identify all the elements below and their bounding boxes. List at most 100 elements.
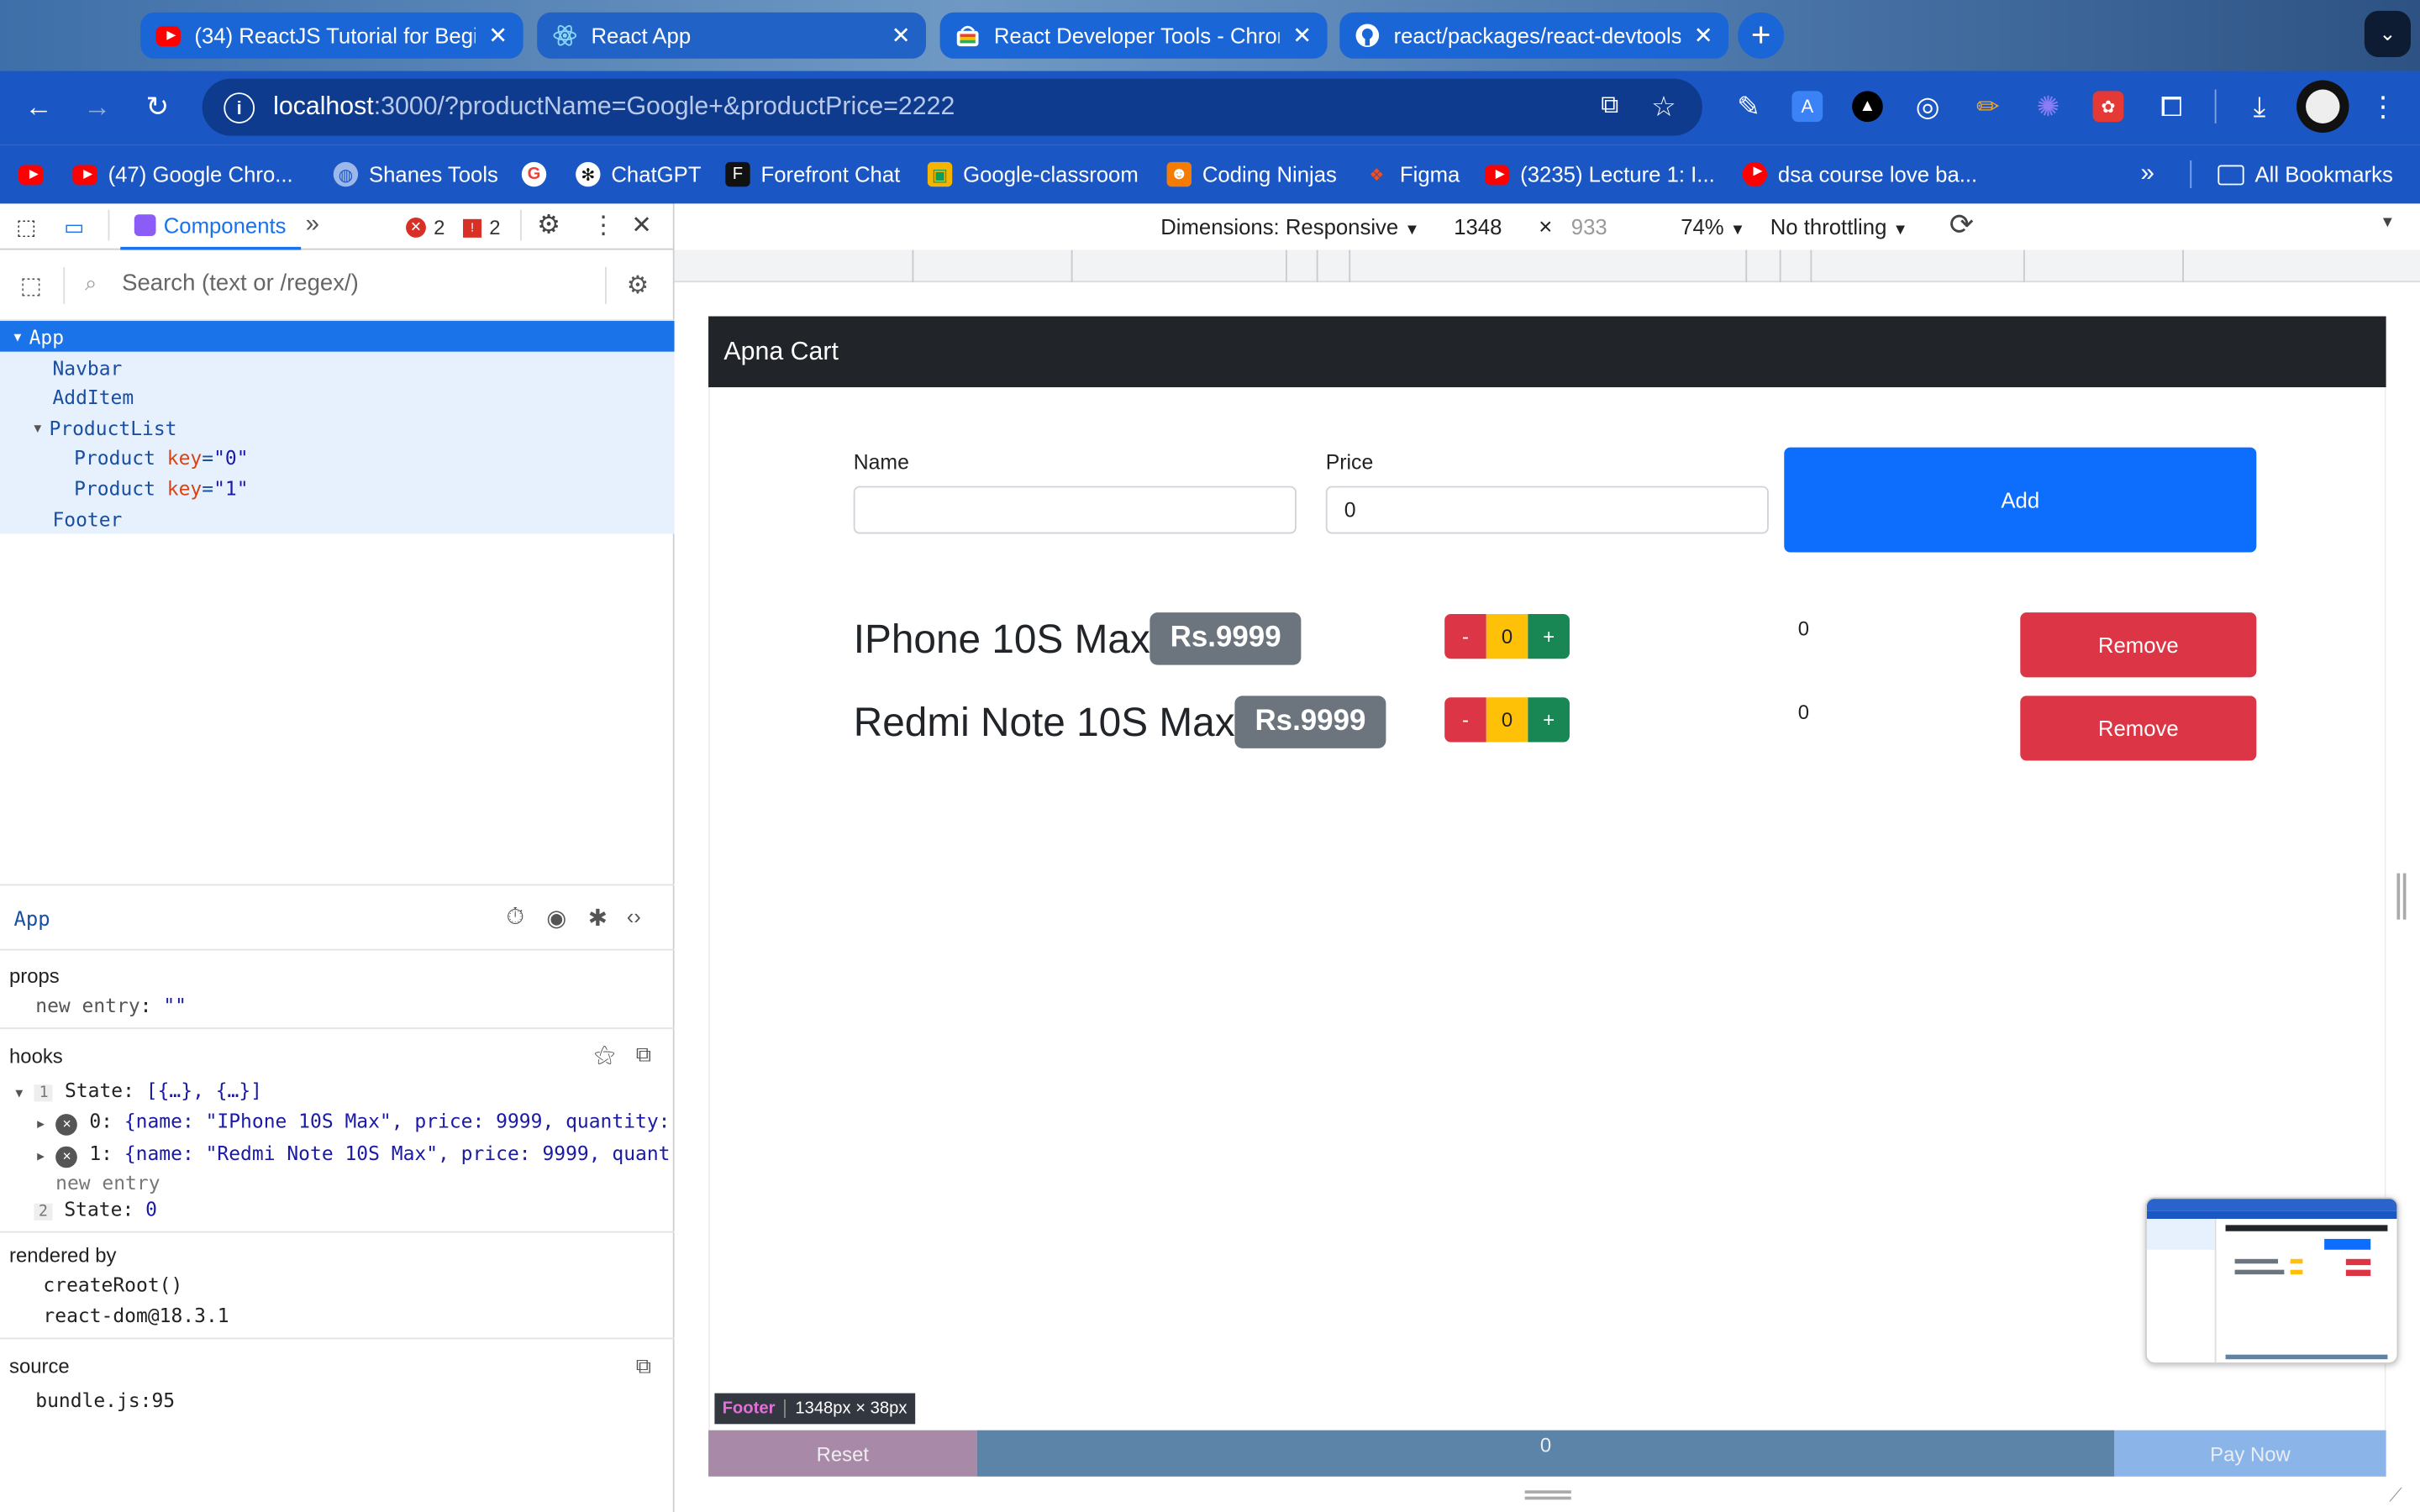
tree-node-product[interactable]: Product key = "1"	[0, 472, 675, 503]
tree-node-additem[interactable]: AddItem	[0, 381, 675, 412]
screenshot-thumbnail[interactable]	[2145, 1197, 2399, 1364]
close-icon[interactable]: ✕	[631, 210, 652, 241]
zoom-dropdown[interactable]: 74% ▼	[1681, 214, 1745, 239]
downloads-icon[interactable]: ⤓	[2243, 90, 2276, 123]
copy-icon[interactable]: ⧉	[636, 1042, 651, 1068]
hook-state-item-0[interactable]: ▶ ✕ 0: {name: "IPhone 10S Max", price: 9…	[37, 1110, 670, 1136]
install-app-icon[interactable]: ⧉	[1593, 90, 1627, 123]
resize-handle-bottom[interactable]	[1524, 1490, 1571, 1500]
increment-button[interactable]: +	[1528, 614, 1570, 659]
site-info-icon[interactable]: i	[224, 92, 255, 123]
react-devtools-extension-icon[interactable]: ✺	[2031, 90, 2065, 123]
tree-node-productlist[interactable]: ▼ ProductList	[0, 412, 675, 444]
rotate-icon[interactable]: ⟳	[1949, 208, 1974, 244]
bookmark-item[interactable]: ❖ Figma	[1365, 145, 1460, 204]
navbar-brand[interactable]: Apna Cart	[723, 337, 838, 366]
all-bookmarks-button[interactable]: All Bookmarks	[2217, 145, 2393, 204]
browser-tab-youtube[interactable]: (34) ReactJS Tutorial for Beginners ✕	[140, 12, 523, 59]
bookmark-item[interactable]: ✻ ChatGPT	[576, 145, 702, 204]
copy-icon[interactable]: ⧉	[636, 1353, 651, 1379]
close-tab-icon[interactable]: ✕	[1694, 22, 1713, 50]
browser-tab-react-app[interactable]: React App ✕	[537, 12, 927, 59]
forward-arrow-icon[interactable]: →	[77, 87, 118, 127]
dimensions-dropdown[interactable]: Dimensions: Responsive ▼	[1160, 214, 1419, 239]
decrement-button[interactable]: -	[1444, 614, 1486, 659]
device-toggle-icon[interactable]: ▭	[59, 213, 90, 240]
search-input[interactable]: Search (text or /regex/)	[122, 270, 359, 296]
throttling-dropdown[interactable]: No throttling ▼	[1770, 214, 1908, 239]
error-count[interactable]: ✕ 2	[406, 216, 445, 239]
close-tab-icon[interactable]: ✕	[488, 22, 508, 50]
back-arrow-icon[interactable]: ←	[18, 87, 59, 127]
stopwatch-icon[interactable]: ⏱	[506, 904, 523, 930]
bookmark-item[interactable]: G	[521, 145, 557, 204]
rendered-by-item[interactable]: createRoot()	[43, 1273, 182, 1296]
bug-icon[interactable]: ✱	[588, 904, 608, 932]
tree-node-footer[interactable]: Footer	[0, 502, 675, 534]
remove-button[interactable]: Remove	[2020, 696, 2257, 761]
pencil-extension-icon[interactable]: ✏	[1971, 90, 2005, 123]
more-tabs-chevron-icon[interactable]: »	[306, 212, 319, 239]
inspect-element-icon[interactable]: ⬚	[13, 213, 40, 240]
tab-search-chevron-down-icon[interactable]: ⌄	[2364, 10, 2411, 57]
delete-circle-icon[interactable]: ✕	[55, 1146, 78, 1168]
remove-button[interactable]: Remove	[2020, 612, 2257, 678]
browser-tab-react-devtools[interactable]: React Developer Tools - Chrome ✕	[939, 12, 1328, 59]
browser-tab-github[interactable]: react/packages/react-devtools ✕	[1339, 12, 1729, 59]
address-bar[interactable]: i localhost:3000/?productName=Google+&pr…	[202, 78, 1702, 136]
settings-gear-icon[interactable]: ⚙	[537, 210, 560, 241]
height-input[interactable]: 933	[1564, 212, 1649, 244]
profile-avatar[interactable]	[2296, 80, 2349, 133]
expand-caret-icon[interactable]: ▼	[34, 421, 41, 435]
reset-button[interactable]: Reset	[708, 1430, 977, 1477]
expand-caret-icon[interactable]: ▶	[37, 1117, 45, 1131]
magic-wand-icon[interactable]: ⚝	[594, 1042, 615, 1068]
close-tab-icon[interactable]: ✕	[892, 22, 911, 50]
price-input[interactable]: 0	[1325, 486, 1769, 534]
resize-corner-icon[interactable]: ⟋	[2389, 1484, 2402, 1508]
ninja-extension-icon[interactable]: ✿	[2092, 91, 2124, 123]
new-tab-button[interactable]: +	[1738, 12, 1785, 59]
kebab-menu-icon[interactable]: ⋮	[591, 210, 615, 241]
props-entry[interactable]: new entry: ""	[35, 994, 187, 1017]
bookmark-item[interactable]: (3235) Lecture 1: I...	[1484, 145, 1715, 204]
expand-caret-icon[interactable]: ▼	[14, 329, 22, 344]
media-query-ruler[interactable]	[674, 249, 2420, 283]
tree-node-navbar[interactable]: Navbar	[0, 351, 675, 383]
width-input[interactable]: 1348	[1446, 212, 1531, 244]
expand-caret-icon[interactable]: ▶	[37, 1149, 45, 1163]
more-options-triangle-icon[interactable]: ▼	[2380, 214, 2395, 231]
tab-components[interactable]: Components	[120, 203, 302, 250]
bookmark-item[interactable]: ▣ Google-classroom	[927, 145, 1139, 204]
expand-caret-icon[interactable]: ▼	[15, 1086, 23, 1100]
close-tab-icon[interactable]: ✕	[1292, 22, 1312, 50]
bookmark-item[interactable]: ☻ Coding Ninjas	[1166, 145, 1337, 204]
bookmark-item[interactable]: ◍ Shanes Tools	[333, 145, 498, 204]
pay-now-button[interactable]: Pay Now	[2114, 1430, 2386, 1477]
resize-handle-right[interactable]	[2396, 873, 2407, 920]
bookmark-item[interactable]: F Forefront Chat	[725, 145, 900, 204]
add-button[interactable]: Add	[1784, 447, 2257, 553]
settings-gear-icon[interactable]: ⚙	[627, 270, 649, 301]
bookmark-item[interactable]: (47) Google Chro...	[72, 145, 293, 204]
bookmark-item[interactable]: dsa course love ba...	[1742, 145, 1977, 204]
decrement-button[interactable]: -	[1444, 697, 1486, 743]
extensions-puzzle-icon[interactable]: ⧠	[2154, 90, 2188, 123]
select-element-icon[interactable]: ⬚	[20, 271, 42, 299]
eyedropper-extension-icon[interactable]: ✎	[1732, 90, 1765, 123]
reload-icon[interactable]: ↻	[137, 87, 177, 127]
source-location[interactable]: bundle.js:95	[35, 1389, 175, 1412]
hook-state-item-1[interactable]: ▶ ✕ 1: {name: "Redmi Note 10S Max", pric…	[37, 1142, 670, 1168]
hook-state-1[interactable]: ▼ 1 State: [{…}, {…}]	[15, 1079, 262, 1102]
increment-button[interactable]: +	[1528, 697, 1570, 743]
bookmark-item[interactable]	[18, 145, 54, 204]
tree-node-product[interactable]: Product key = "0"	[0, 441, 675, 473]
bookmark-star-icon[interactable]: ☆	[1645, 88, 1682, 125]
delete-circle-icon[interactable]: ✕	[55, 1114, 78, 1136]
target-extension-icon[interactable]: ◎	[1911, 90, 1944, 123]
triangle-extension-icon[interactable]: ▲	[1852, 91, 1883, 123]
tree-node-app[interactable]: ▼ App	[0, 321, 675, 352]
hook-state-2[interactable]: 2 State: 0	[34, 1197, 157, 1221]
name-input[interactable]	[853, 486, 1297, 534]
eye-icon[interactable]: ◉	[546, 904, 566, 932]
